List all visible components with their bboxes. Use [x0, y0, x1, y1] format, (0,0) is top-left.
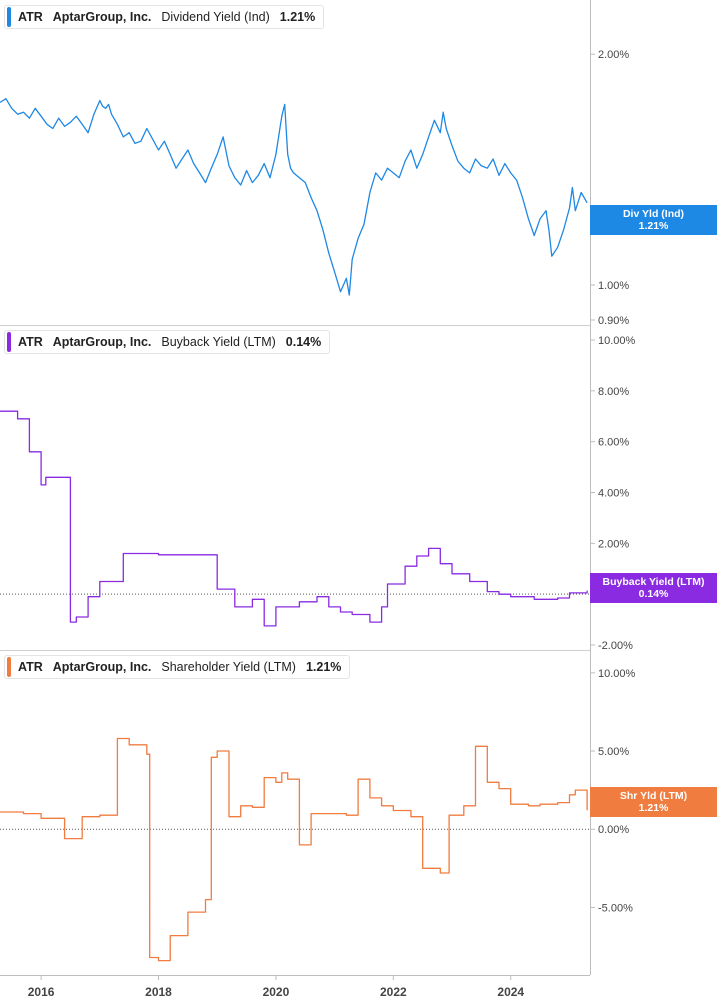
badge-value: 1.21%: [638, 802, 669, 814]
company-name: AptarGroup, Inc.: [52, 335, 152, 349]
y-tick-label: 8.00%: [598, 386, 629, 398]
y-tick-label: 10.00%: [598, 668, 636, 680]
y-tick-label: 0.90%: [598, 315, 629, 327]
y-tick-label: 1.00%: [598, 280, 629, 292]
x-tick-label: 2020: [263, 985, 290, 999]
metric-name: Shareholder Yield (LTM): [161, 660, 296, 674]
y-tick-label: 10.00%: [598, 335, 636, 347]
metric-name: Buyback Yield (LTM): [161, 335, 276, 349]
y-tick-label: 2.00%: [598, 49, 629, 61]
panel-header-buyback: ATR AptarGroup, Inc. Buyback Yield (LTM)…: [4, 330, 331, 354]
ticker: ATR: [18, 335, 43, 349]
x-tick-label: 2016: [28, 985, 55, 999]
series-line: [0, 737, 588, 962]
x-tick-label: 2022: [380, 985, 407, 999]
company-name: AptarGroup, Inc.: [52, 10, 152, 24]
metric-value: 1.21%: [279, 10, 316, 24]
company-name: AptarGroup, Inc.: [52, 660, 152, 674]
y-tick-label: -2.00%: [598, 640, 633, 652]
x-tick-label: 2024: [497, 985, 524, 999]
series-color-marker: [7, 7, 11, 27]
y-tick-label: 5.00%: [598, 746, 629, 758]
chart-area: 0.90% 1.00% 2.00% -2.00% 2.00% 4.00% 6.00% 8.00…: [0, 0, 636, 999]
last-value-badge-buyback: Buyback Yield (LTM) 0.14%: [590, 573, 717, 603]
x-tick-label: 2018: [145, 985, 172, 999]
y-tick-label: -5.00%: [598, 902, 633, 914]
y-tick-label: 2.00%: [598, 538, 629, 550]
last-value-badge-shareholder: Shr Yld (LTM) 1.21%: [590, 787, 717, 817]
ticker: ATR: [18, 10, 43, 24]
badge-value: 1.21%: [638, 220, 669, 232]
ticker: ATR: [18, 660, 43, 674]
y-tick-label: 4.00%: [598, 488, 629, 500]
badge-title: Shr Yld (LTM): [619, 790, 688, 802]
last-value-badge-dividend: Div Yld (Ind) 1.21%: [590, 205, 717, 235]
metric-name: Dividend Yield (Ind): [161, 10, 270, 24]
badge-value: 0.14%: [638, 588, 669, 600]
panel-header-dividend: ATR AptarGroup, Inc. Dividend Yield (Ind…: [4, 5, 325, 29]
metric-value: 1.21%: [305, 660, 342, 674]
metric-value: 0.14%: [285, 335, 322, 349]
series-line: [0, 98, 588, 296]
badge-title: Div Yld (Ind): [622, 208, 685, 220]
series-color-marker: [7, 332, 11, 352]
series-color-marker: [7, 657, 11, 677]
badge-title: Buyback Yield (LTM): [602, 576, 705, 588]
y-tick-label: 6.00%: [598, 437, 629, 449]
series-line: [0, 410, 588, 627]
y-tick-label: 0.00%: [598, 824, 629, 836]
panel-header-shareholder: ATR AptarGroup, Inc. Shareholder Yield (…: [4, 655, 351, 679]
